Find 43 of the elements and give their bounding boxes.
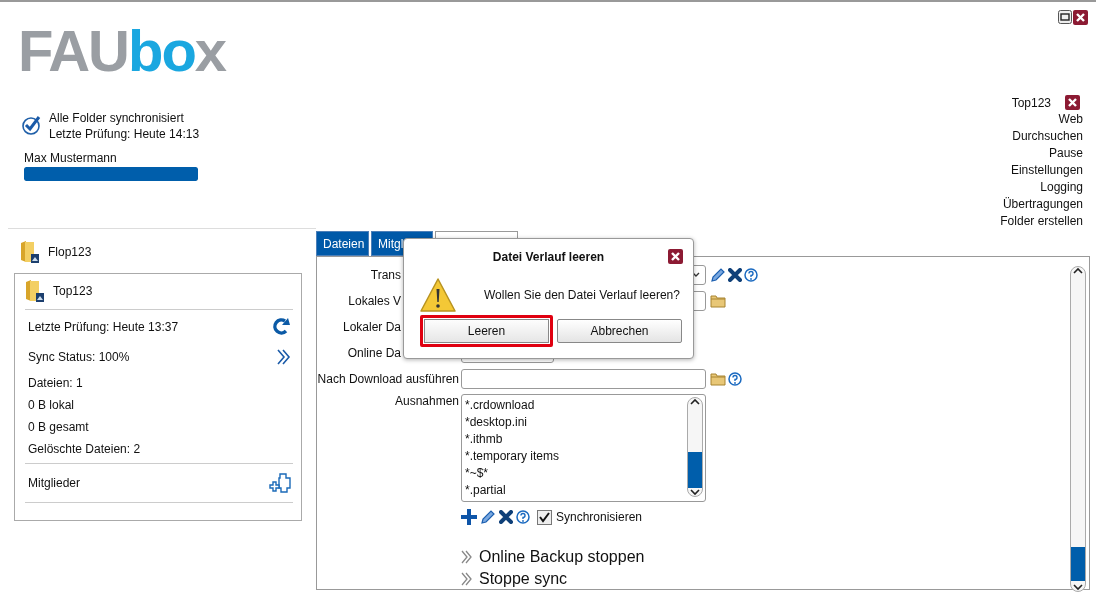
- detail-text: 0 B gesamt: [28, 420, 89, 434]
- dialog-message: Wollen Sie den Datei Verlauf leeren?: [484, 288, 680, 302]
- detail-text: Sync Status: 100%: [28, 350, 130, 364]
- detail-text: Dateien: 1: [28, 376, 83, 390]
- folder-item[interactable]: Flop123: [8, 238, 316, 266]
- menu-link[interactable]: Folder erstellen: [1000, 213, 1083, 230]
- action-link[interactable]: Online Backup stoppen: [479, 547, 645, 567]
- checkbox-label: Synchronisieren: [556, 510, 643, 524]
- logo: FAUbox: [18, 22, 226, 80]
- field-label: Lokales V: [348, 294, 401, 308]
- field-label: Nach Download ausführen: [317, 372, 459, 386]
- list-item[interactable]: *.ithmb: [465, 430, 682, 448]
- detail-text: 0 B lokal: [28, 398, 75, 412]
- dialog-button[interactable]: Abbrechen: [557, 319, 682, 343]
- folder-name[interactable]: Top123: [53, 284, 93, 298]
- list-item[interactable]: *.crdownload: [465, 396, 682, 414]
- list-item[interactable]: *desktop.ini: [465, 413, 682, 431]
- detail-text: Gelöschte Dateien: 2: [28, 442, 141, 456]
- field-label: Ausnahmen: [394, 394, 459, 408]
- detail-text: Letzte Prüfung: Heute 13:37: [28, 320, 179, 334]
- menu-link[interactable]: Übertragungen: [1002, 196, 1083, 213]
- action-link[interactable]: Stoppe sync: [479, 569, 568, 589]
- dialog-title: Datei Verlauf leeren: [492, 250, 605, 264]
- menu-link[interactable]: Pause: [1048, 145, 1083, 162]
- list-item[interactable]: *~$*: [465, 464, 682, 482]
- folder-name[interactable]: Flop123: [48, 245, 92, 259]
- dialog-button[interactable]: Leeren: [420, 315, 553, 347]
- list-item[interactable]: *.partial: [465, 481, 682, 499]
- field-label: Online Da: [347, 346, 401, 360]
- field-label: Lokaler Da: [342, 320, 401, 334]
- menu-link[interactable]: Web: [1058, 111, 1083, 128]
- status-text: Alle Folder synchronisiert: [49, 110, 185, 126]
- menu-link[interactable]: Logging: [1040, 179, 1083, 196]
- list-item[interactable]: *.temporary items: [465, 447, 682, 465]
- field-label: Trans: [370, 268, 401, 282]
- menu-link[interactable]: Durchsuchen: [1012, 128, 1083, 145]
- menu-link[interactable]: Einstellungen: [1010, 162, 1083, 179]
- status-text: Letzte Prüfung: Heute 14:13: [49, 126, 200, 142]
- tab[interactable]: Dateien: [316, 231, 369, 256]
- user-name: Max Mustermann: [24, 151, 117, 165]
- members-label: Mitglieder: [28, 475, 81, 490]
- list-box[interactable]: *.crdownload *desktop.ini *.ithmb *.temporary items *~$* *.partial: [461, 393, 706, 502]
- folder-name: Top123: [1011, 95, 1051, 110]
